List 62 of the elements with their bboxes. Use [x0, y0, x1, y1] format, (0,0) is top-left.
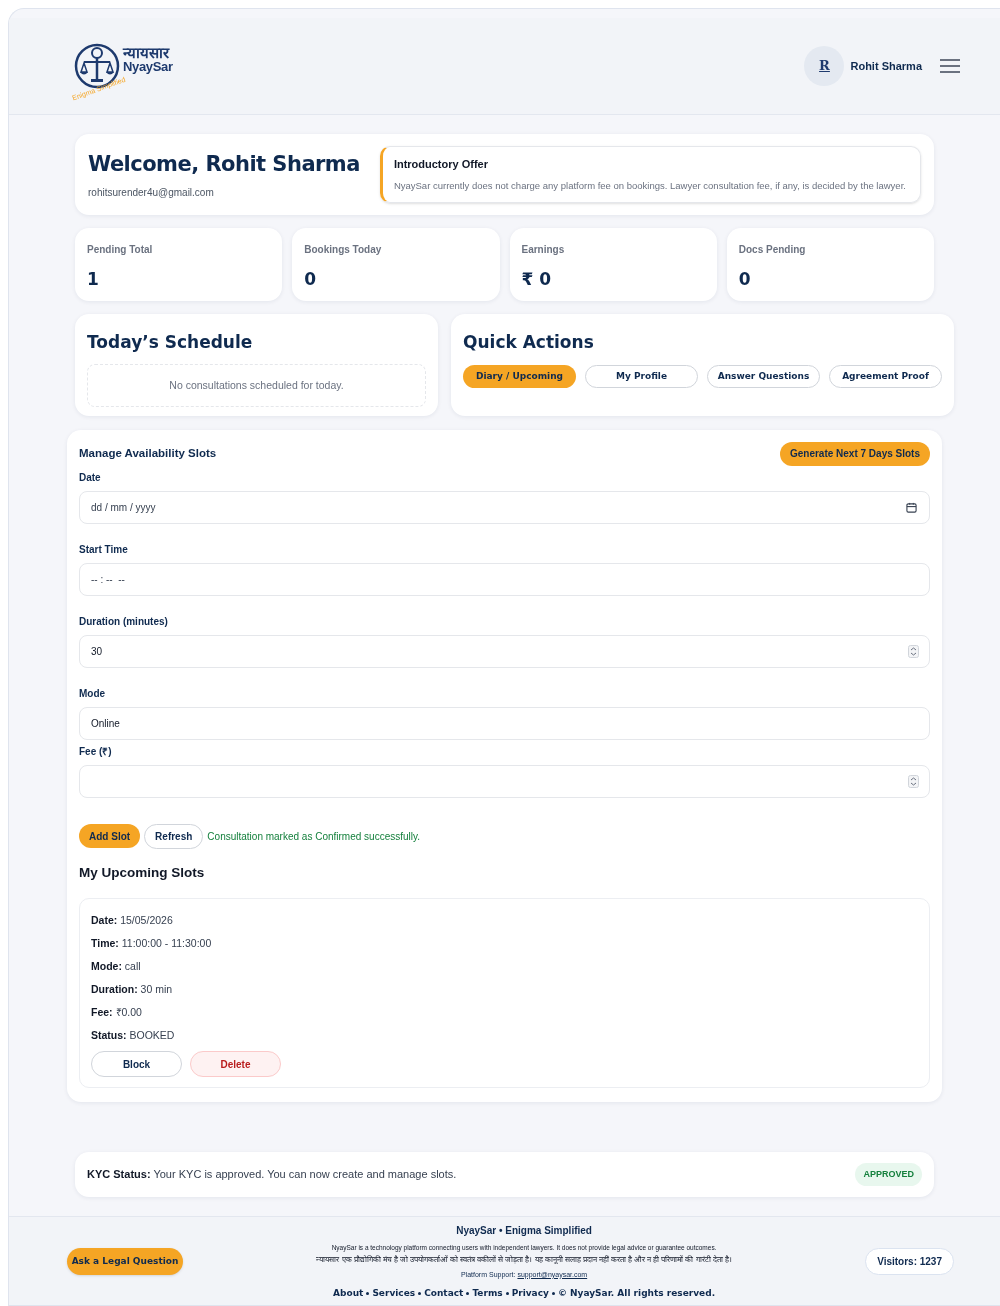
- user-name[interactable]: Rohit Sharma: [850, 57, 922, 75]
- footer-link[interactable]: About: [333, 1287, 364, 1301]
- field-label: Duration (minutes): [79, 614, 169, 629]
- footer-link[interactable]: Contact: [424, 1287, 464, 1301]
- slot-detail: Time: 11:00:00 - 11:30:00: [91, 936, 213, 950]
- approved-badge: APPROVED: [855, 1162, 922, 1187]
- offer-text: NyaySar currently does not charge any platform fee on bookings. Lawyer consultation fee, if any, is decided by the lawyer.: [393, 178, 907, 193]
- welcome-heading: Welcome, Rohit Sharma: [88, 151, 360, 179]
- user-email: rohitsurender4u@gmail.com: [88, 185, 215, 200]
- field-label: Start Time: [79, 542, 129, 557]
- quick-action-button[interactable]: Answer Questions: [707, 365, 820, 389]
- stat-value: 1: [87, 267, 100, 291]
- user-avatar[interactable]: R: [804, 46, 845, 86]
- stat-label: Docs Pending: [738, 242, 807, 257]
- block-button[interactable]: Block: [91, 1051, 182, 1077]
- kyc-status-text: KYC Status: Your KYC is approved. You can now create and manage slots.: [87, 1167, 457, 1183]
- footer-link[interactable]: Services: [372, 1287, 416, 1301]
- field-label: Fee (₹): [79, 744, 113, 759]
- add-slot-button[interactable]: Add Slot: [79, 824, 141, 849]
- copyright-text: © NyaySar. All rights reserved.: [557, 1287, 716, 1300]
- stat-value: ₹ 0: [521, 267, 553, 291]
- quick-action-button[interactable]: Diary / Upcoming: [463, 365, 576, 389]
- number-field[interactable]: [79, 764, 930, 798]
- empty-schedule-message: No consultations scheduled for today.: [87, 364, 426, 408]
- slot-detail: Duration: 30 min: [91, 982, 174, 996]
- number-field[interactable]: 30: [79, 634, 930, 668]
- quick-actions-heading: Quick Actions: [463, 330, 595, 354]
- footer-title: NyaySar • Enigma Simplified: [456, 1223, 592, 1238]
- spinner-arrows-icon[interactable]: [908, 644, 919, 658]
- footer-link[interactable]: Terms: [472, 1287, 503, 1301]
- availability-heading: Manage Availability Slots: [79, 446, 217, 462]
- ask-question-button[interactable]: Ask a Legal Question: [67, 1248, 183, 1275]
- slot-detail: Mode: call: [91, 959, 142, 973]
- upcoming-slots-heading: My Upcoming Slots: [79, 863, 206, 882]
- visitor-counter: Visitors: 1237: [865, 1248, 954, 1275]
- success-message: Consultation marked as Confirmed successfully.: [207, 829, 421, 844]
- delete-button[interactable]: Delete: [190, 1051, 281, 1077]
- slot-detail: Fee: ₹0.00: [91, 1005, 143, 1019]
- logo-name: NyaySar: [123, 60, 173, 73]
- slot-detail: Status: BOOKED: [91, 1028, 176, 1042]
- quick-action-button[interactable]: My Profile: [585, 365, 698, 389]
- quick-action-button[interactable]: Agreement Proof: [829, 365, 942, 389]
- stat-value: 0: [738, 267, 752, 291]
- stat-label: Bookings Today: [304, 242, 383, 257]
- field-label: Mode: [79, 686, 107, 701]
- generate-slots-button[interactable]: Generate Next 7 Days Slots: [779, 441, 930, 466]
- input-field[interactable]: Online: [79, 706, 930, 740]
- footer-link[interactable]: Privacy: [511, 1287, 549, 1301]
- stat-label: Pending Total: [87, 242, 154, 257]
- refresh-button[interactable]: Refresh: [144, 823, 204, 849]
- stat-label: Earnings: [521, 242, 566, 257]
- calendar-icon[interactable]: [906, 501, 917, 513]
- slot-detail: Date: 15/05/2026: [91, 913, 174, 927]
- field-label: Date: [79, 470, 102, 485]
- time-field[interactable]: -- : -- --: [79, 562, 930, 596]
- spinner-arrows-icon[interactable]: [908, 774, 919, 788]
- schedule-heading: Today’s Schedule: [87, 330, 254, 354]
- offer-title: Introductory Offer: [393, 157, 489, 172]
- stat-value: 0: [304, 267, 318, 291]
- menu-icon[interactable]: [940, 59, 960, 73]
- date-field[interactable]: dd / mm / yyyy: [79, 490, 930, 524]
- logo-hindi-text: न्यायसार: [123, 45, 171, 60]
